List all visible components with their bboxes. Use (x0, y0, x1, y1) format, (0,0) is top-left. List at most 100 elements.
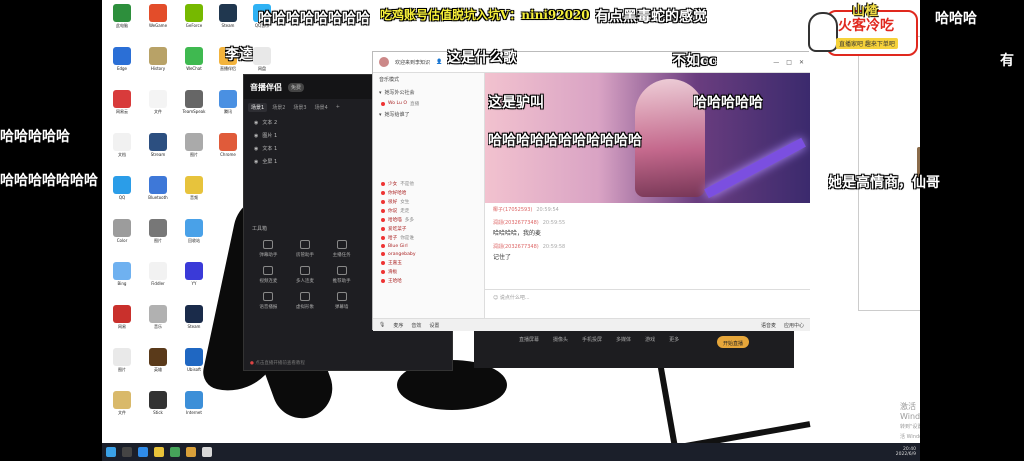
ctrl-item[interactable]: 手机投屏 (582, 336, 602, 362)
minimize-icon[interactable]: — (773, 59, 779, 66)
member-item[interactable]: 少女 不是他 (373, 179, 484, 188)
tool-danmu[interactable]: 弹幕助手 (250, 240, 287, 258)
app-icon (149, 90, 167, 108)
eye-icon[interactable]: ◉ (254, 133, 258, 139)
tab-scene-4[interactable]: 场景4 (312, 103, 331, 112)
bottom-item[interactable]: 设置 (429, 322, 439, 329)
folder-icon[interactable] (154, 447, 164, 457)
desktop-icon[interactable]: Bing (105, 262, 139, 286)
desktop-icon[interactable]: QQ (105, 176, 139, 200)
desktop-icon[interactable]: 图片 (105, 348, 139, 372)
desktop-icon[interactable]: Fiddler (141, 262, 175, 286)
start-live-button[interactable]: 开始直播 (716, 336, 749, 348)
tab-scene-1[interactable]: 场景1 (248, 103, 268, 112)
tool-video-link[interactable]: 视频连麦 (250, 266, 287, 284)
desktop-icon[interactable]: 文档 (105, 133, 139, 157)
chat-input[interactable]: ☺ 说点什么吧... (485, 289, 810, 318)
desktop-icon[interactable]: Ubisoft (177, 348, 211, 372)
bottom-item[interactable]: 麦序 (393, 322, 403, 329)
add-scene-button[interactable]: + (333, 103, 343, 112)
tool-admin[interactable]: 房管助手 (287, 240, 324, 258)
edge-icon[interactable] (138, 447, 148, 457)
ctrl-item[interactable]: 多媒体 (616, 336, 631, 362)
maximize-icon[interactable]: □ (786, 59, 792, 66)
desktop-icon[interactable]: 英雄 (141, 348, 175, 372)
desktop-icon[interactable]: Edge (105, 47, 139, 71)
tool-multi-link[interactable]: 多人连麦 (287, 266, 324, 284)
bottom-item[interactable]: 语音麦 (761, 322, 776, 329)
app-icon[interactable] (170, 447, 180, 457)
desktop-icon[interactable]: 文件 (105, 391, 139, 415)
mic-icon[interactable]: 🎙 (379, 322, 385, 328)
section-channel[interactable]: ▾ 她写外公社会 (373, 86, 484, 99)
windows-start-icon[interactable] (106, 447, 116, 457)
ctrl-item[interactable]: 更多 (669, 336, 679, 362)
ctrl-item[interactable]: 直播屏幕 (519, 336, 539, 362)
desktop-icon[interactable]: Stick (141, 391, 175, 415)
desktop-icon[interactable]: 文件 (141, 90, 175, 114)
desktop-icon[interactable]: 音乐 (141, 305, 175, 329)
bottom-item[interactable]: 应用中心 (784, 322, 804, 329)
desktop-icon[interactable]: WeChat (177, 47, 211, 71)
eye-icon[interactable]: ◉ (254, 146, 258, 152)
desktop-icon[interactable]: 图片 (141, 219, 175, 243)
bottom-item[interactable]: 音效 (411, 322, 421, 329)
eye-icon[interactable]: ◉ (254, 120, 258, 126)
desktop-icon[interactable]: Steam (177, 305, 211, 329)
section-sub[interactable]: ▾ 她写给谁了 (373, 108, 484, 121)
desktop-icon-label: 直播伴侣 (220, 66, 236, 71)
member-item[interactable]: 王哈哈 (373, 276, 484, 285)
app-icon (149, 47, 167, 65)
tab-scene-3[interactable]: 场景3 (290, 103, 309, 112)
desktop-icon[interactable]: History (141, 47, 175, 71)
desktop-icon[interactable]: Chrome (211, 133, 245, 157)
member-item[interactable]: Blue Girl (373, 242, 484, 250)
search-icon[interactable] (122, 447, 132, 457)
member-item[interactable]: 你好哈哈 (373, 188, 484, 197)
eye-icon[interactable]: ◉ (254, 159, 258, 165)
member-item[interactable]: 很好 女生 (373, 197, 484, 206)
tool-task[interactable]: 主播任务 (323, 240, 360, 258)
app-icon[interactable] (202, 447, 212, 457)
desktop-icon[interactable]: 此电脑 (105, 4, 139, 28)
member-item[interactable]: 哈子 你是谁 (373, 233, 484, 242)
member-item[interactable]: 爱吃菜子 (373, 224, 484, 233)
desktop-icon[interactable]: Steam (211, 4, 245, 28)
member-item[interactable]: orangebaby (373, 250, 484, 258)
ctrl-item[interactable]: 摄像头 (553, 336, 568, 362)
desktop-icon[interactable]: Stream (141, 133, 175, 157)
desktop-icon[interactable]: 网易云 (105, 90, 139, 114)
tab-scene-2[interactable]: 场景2 (269, 103, 288, 112)
member-item[interactable]: 哈哈喵 多多 (373, 215, 484, 224)
desktop-icon[interactable]: Internet (177, 391, 211, 415)
yy-icon[interactable] (186, 447, 196, 457)
desktop-icon[interactable]: 腾讯 (211, 90, 245, 114)
tool-recommend[interactable]: 推荐助手 (323, 266, 360, 284)
taskbar-clock[interactable]: 20:40 2022/6/9 (896, 447, 916, 457)
tool-danmu-wall[interactable]: 弹幕墙 (323, 292, 360, 310)
desktop-icon[interactable]: 回收站 (177, 219, 211, 243)
desktop-icon[interactable]: GeForce (177, 4, 211, 28)
desktop-icon[interactable]: 网易 (105, 305, 139, 329)
ctrl-item[interactable]: 游戏 (645, 336, 655, 362)
member-item[interactable]: Wo Lu O 直播 (373, 99, 484, 108)
app-icon (185, 90, 203, 108)
desktop-icon[interactable]: YY (177, 262, 211, 286)
desktop-icon[interactable]: Bluetooth (141, 176, 175, 200)
desktop-icon[interactable]: TeamSpeak (177, 90, 211, 114)
section-mode[interactable]: 音乐模式 (373, 73, 484, 86)
desktop-icon-label: Steam (221, 23, 235, 28)
app-icon (113, 47, 131, 65)
stream-footer[interactable]: ● 点击直播开播前查看教程 (250, 360, 305, 366)
member-item[interactable]: 王嘉玉 (373, 258, 484, 267)
desktop-icon[interactable]: WeGame (141, 4, 175, 28)
desktop-icon[interactable]: 图片 (177, 133, 211, 157)
tool-avatar[interactable]: 虚拟形象 (287, 292, 324, 310)
member-item[interactable]: 你说 走走 (373, 206, 484, 215)
member-item[interactable]: 滑板 (373, 267, 484, 276)
tool-voice[interactable]: 语音播报 (250, 292, 287, 310)
close-icon[interactable]: ✕ (799, 59, 804, 66)
desktop-icon[interactable]: Color (105, 219, 139, 243)
desktop-icon[interactable]: 音频 (177, 176, 211, 200)
emoji-icon[interactable]: ☺ (493, 295, 500, 301)
